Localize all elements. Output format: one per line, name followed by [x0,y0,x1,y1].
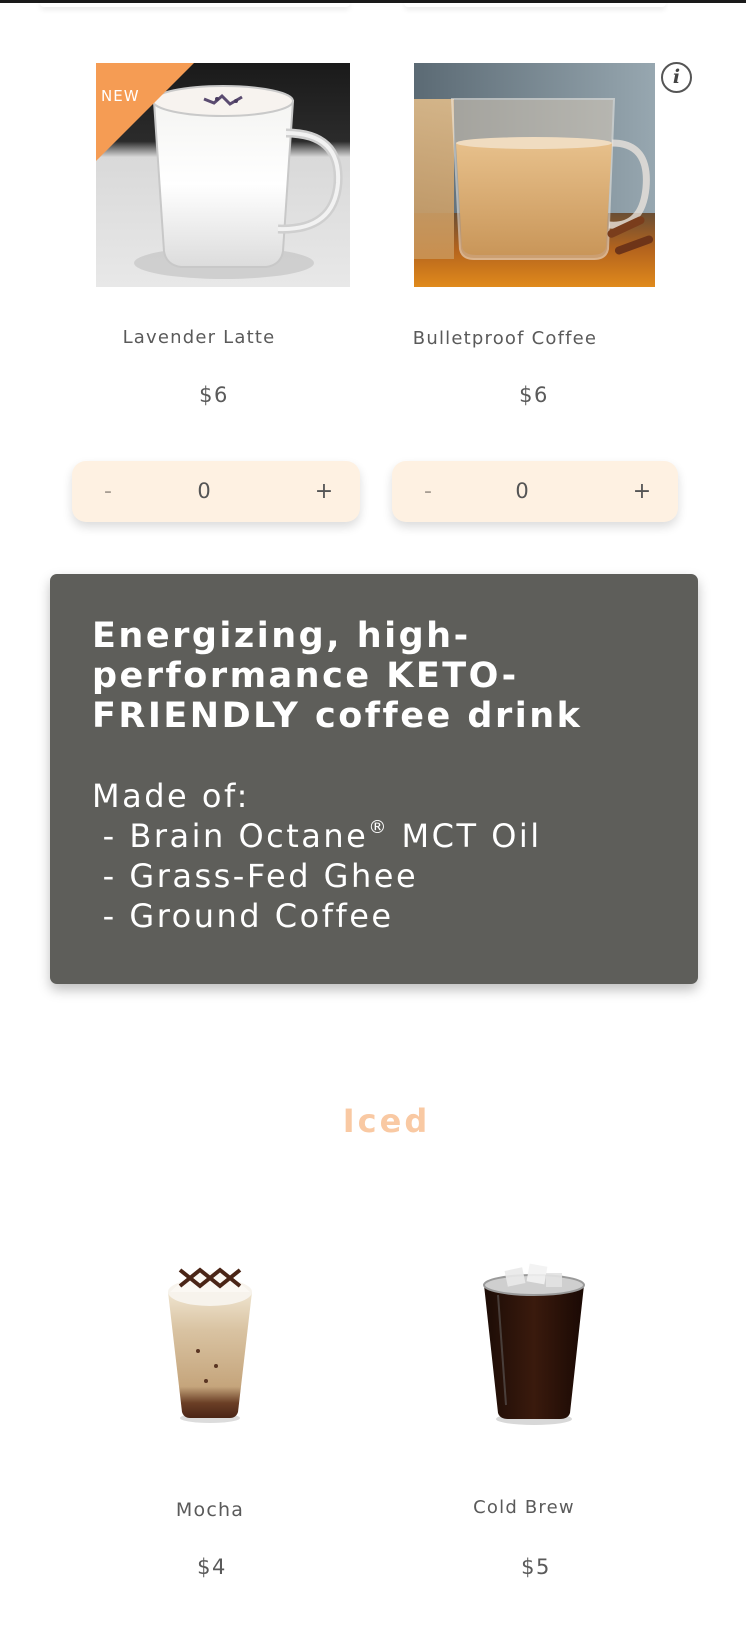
made-of-label: Made of: [92,777,250,815]
previous-card-edge [40,3,350,7]
ingredient-item: - Grass-Fed Ghee [90,857,419,895]
quantity-stepper: - 0 + [72,461,360,522]
cold-brew-image[interactable] [476,1255,592,1427]
increment-button[interactable]: + [624,461,660,522]
decrement-button[interactable]: - [410,461,446,522]
menu-page: NEW i Lavender Latte Bulletproof Coffee … [0,0,746,1626]
ingredient-suffix: MCT Oil [388,817,542,855]
decrement-button[interactable]: - [90,461,126,522]
ingredient-item: - Ground Coffee [90,897,394,935]
ingredient-item: - Brain Octane® MCT Oil [90,816,658,856]
quantity-stepper: - 0 + [392,461,678,522]
item-price: $6 [199,383,229,407]
info-headline: Energizing, high-performance KETO-FRIEND… [92,616,583,736]
registered-mark: ® [368,817,389,838]
quantity-field[interactable]: 0 [174,461,234,522]
item-price: $4 [197,1555,227,1579]
item-name: Lavender Latte [122,327,276,348]
mocha-image[interactable] [160,1256,260,1426]
item-price: $6 [519,383,549,407]
item-name: Bulletproof Coffee [412,328,598,349]
item-price: $5 [521,1555,551,1579]
bulletproof-coffee-image[interactable] [414,63,655,287]
previous-card-edge [404,3,666,7]
product-info-panel: Energizing, high-performance KETO-FRIEND… [50,574,698,984]
increment-button[interactable]: + [306,461,342,522]
section-title: Iced [342,1102,431,1140]
quantity-field[interactable]: 0 [492,461,552,522]
info-icon[interactable]: i [661,62,692,93]
item-name: Cold Brew [473,1497,575,1518]
item-name: Mocha [175,1499,245,1521]
ingredient-text: - Brain Octane [90,817,369,855]
lavender-latte-image[interactable]: NEW [96,63,350,287]
